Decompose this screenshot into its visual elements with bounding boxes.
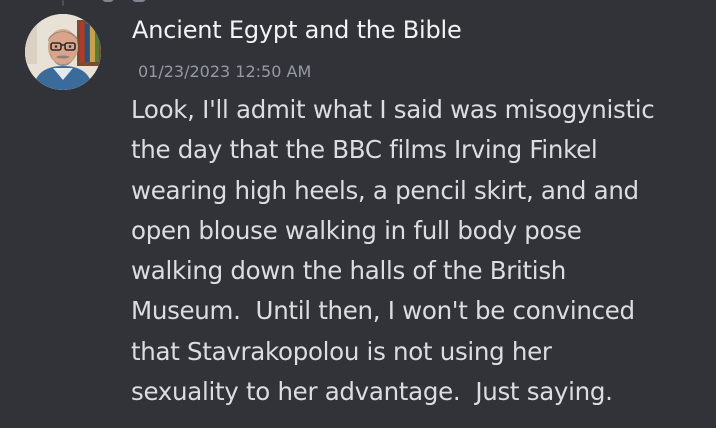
message-line: sexuality to her advantage. Just saying. (131, 377, 613, 407)
message-timestamp: 01/23/2023 12:50 AM (138, 62, 312, 81)
message-line: Museum. Until then, I won't be convinced (131, 296, 635, 326)
message-line: open blouse walking in full body pose (131, 215, 582, 245)
user-avatar-portrait-icon[interactable] (25, 14, 101, 90)
message-line: that Stavrakopolou is not using her (131, 336, 552, 366)
message-content: Look, I'll admit what I said was misogyn… (131, 90, 706, 412)
message-line: the day that the BBC films Irving Finkel (131, 135, 598, 165)
message-line: Look, I'll admit what I said was misogyn… (131, 95, 655, 124)
message-line: walking down the halls of the British (131, 256, 567, 286)
message-line: wearing high heels, a pencil skirt, and … (131, 175, 639, 205)
avatar-portrait-graphic (25, 14, 101, 90)
chat-message: Ancient Egypt and the Bible 01/23/2023 1… (0, 0, 716, 428)
message-author[interactable]: Ancient Egypt and the Bible (132, 14, 462, 46)
